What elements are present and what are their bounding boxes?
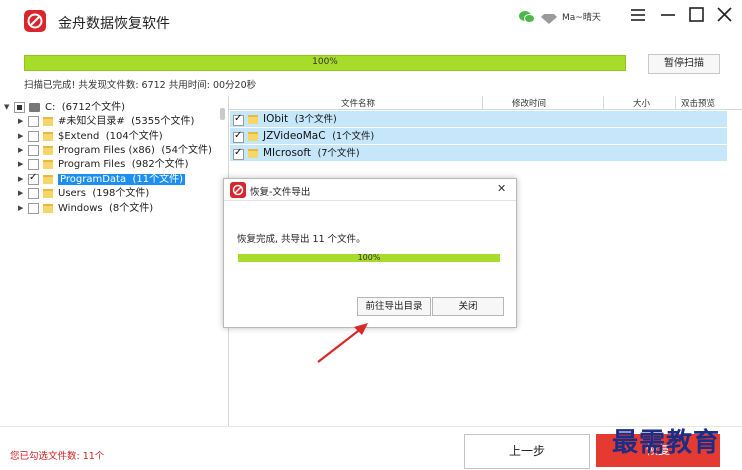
tree-item-count: (8个文件) <box>109 203 154 214</box>
tree-item[interactable]: ▶ Windows (8个文件) <box>18 199 154 214</box>
row-name: MIcrosoft <box>263 147 311 159</box>
dialog-message: 恢复完成, 共导出 11 个文件。 <box>237 234 366 245</box>
col-name[interactable]: 文件名称 <box>341 97 375 109</box>
watermark-text: 最需教育 <box>612 428 721 458</box>
dialog-title: 恢复-文件导出 <box>250 187 311 198</box>
selected-count: 您已勾选文件数: 11个 <box>10 451 105 462</box>
row-checkbox[interactable] <box>233 113 244 126</box>
tree-item[interactable]: ▶ $Extend (104个文件) <box>18 127 163 142</box>
expand-icon[interactable]: ▶ <box>18 189 26 197</box>
scan-status: 扫描已完成! 共发现文件数: 6712 共用时间: 00分20秒 <box>24 80 257 91</box>
minimize-icon[interactable] <box>658 6 678 24</box>
tree-scrollbar[interactable] <box>220 108 225 120</box>
menu-icon[interactable] <box>628 6 648 24</box>
tree-item-label: #未知父目录# <box>58 116 125 127</box>
annotation-arrow-icon <box>312 318 372 371</box>
tree-checkbox[interactable] <box>14 101 25 113</box>
expand-icon[interactable]: ▶ <box>18 132 26 140</box>
previous-step-button[interactable]: 上一步 <box>464 434 590 469</box>
collapse-icon[interactable]: ▼ <box>4 103 12 111</box>
file-table-header: 文件名称 修改时间 大小 双击预览 <box>229 96 742 110</box>
tree-item-selected[interactable]: ▶ProgramData (11个文件) <box>18 170 185 185</box>
tree-checkbox[interactable] <box>28 202 39 214</box>
folder-icon <box>43 131 53 141</box>
tree-checkbox[interactable] <box>28 130 39 142</box>
export-progress-text: 100% <box>357 253 381 262</box>
expand-icon[interactable]: ▶ <box>18 117 26 125</box>
tree-item-count: (982个文件) <box>131 159 189 170</box>
tree-item[interactable]: ▶ Users (198个文件) <box>18 184 150 199</box>
expand-icon[interactable]: ▶ <box>18 175 26 183</box>
row-count: (7个文件) <box>317 148 360 159</box>
app-title: 金舟数据恢复软件 <box>58 16 170 32</box>
drive-icon <box>29 102 40 112</box>
row-name: JZVideoMaC <box>263 130 326 142</box>
vip-diamond-icon[interactable] <box>540 8 558 26</box>
tree-item[interactable]: ▶ Program Files (x86) (54个文件) <box>18 141 212 156</box>
table-row[interactable]: JZVideoMaC (1个文件) <box>230 128 727 144</box>
folder-icon <box>248 148 258 158</box>
col-preview[interactable]: 双击预览 <box>681 97 715 109</box>
col-modified[interactable]: 修改时间 <box>512 97 546 109</box>
tree-checkbox[interactable] <box>28 187 39 199</box>
scan-progress-text: 100% <box>312 57 338 67</box>
scan-progress-bar: 100% <box>24 55 626 71</box>
user-name[interactable]: Ma~晴天 <box>562 10 601 23</box>
tree-item-label: Program Files <box>58 159 126 170</box>
open-export-dir-button[interactable]: 前往导出目录 <box>357 297 431 316</box>
tree-item-count: (5355个文件) <box>131 116 195 127</box>
folder-icon <box>248 114 258 124</box>
row-checkbox[interactable] <box>233 130 244 143</box>
tree-checkbox[interactable] <box>28 115 39 127</box>
export-dialog: 恢复-文件导出 ✕ 恢复完成, 共导出 11 个文件。 100% 前往导出目录 … <box>223 178 517 328</box>
tree-item-count: (198个文件) <box>92 188 150 199</box>
export-progress-bar: 100% <box>238 253 500 262</box>
tree-item[interactable]: ▶ #未知父目录# (5355个文件) <box>18 112 195 127</box>
expand-icon[interactable]: ▶ <box>18 160 26 168</box>
row-name: IObit <box>263 113 289 125</box>
tree-checkbox[interactable] <box>28 144 39 156</box>
folder-icon <box>248 131 258 141</box>
close-icon[interactable] <box>714 6 734 24</box>
app-logo <box>24 10 46 32</box>
table-row[interactable]: IObit (3个文件) <box>230 111 727 127</box>
tree-checkbox[interactable] <box>28 158 39 170</box>
row-count: (3个文件) <box>294 114 337 125</box>
dialog-close-button[interactable]: 关闭 <box>432 297 504 316</box>
dialog-logo-icon <box>230 182 246 198</box>
tree-checkbox-checked[interactable] <box>28 172 39 185</box>
folder-icon <box>43 145 53 155</box>
wechat-icon[interactable] <box>518 8 536 26</box>
folder-icon <box>43 174 53 184</box>
row-count: (1个文件) <box>332 131 375 142</box>
row-checkbox[interactable] <box>233 147 244 160</box>
maximize-icon[interactable] <box>686 6 706 24</box>
tree-root[interactable]: ▼ C: (6712个文件) <box>4 98 125 113</box>
dialog-close-icon[interactable]: ✕ <box>497 182 506 195</box>
tree-item[interactable]: ▶ Program Files (982个文件) <box>18 155 189 170</box>
folder-icon <box>43 188 53 198</box>
tree-item-label: Windows <box>58 203 103 214</box>
expand-icon[interactable]: ▶ <box>18 146 26 154</box>
col-size[interactable]: 大小 <box>633 97 650 109</box>
expand-icon[interactable]: ▶ <box>18 204 26 212</box>
folder-icon <box>43 159 53 169</box>
table-row[interactable]: MIcrosoft (7个文件) <box>230 145 727 161</box>
pause-scan-button[interactable]: 暂停扫描 <box>648 54 720 74</box>
tree-item-label: Users <box>58 188 87 199</box>
folder-icon <box>43 116 53 126</box>
folder-icon <box>43 203 53 213</box>
